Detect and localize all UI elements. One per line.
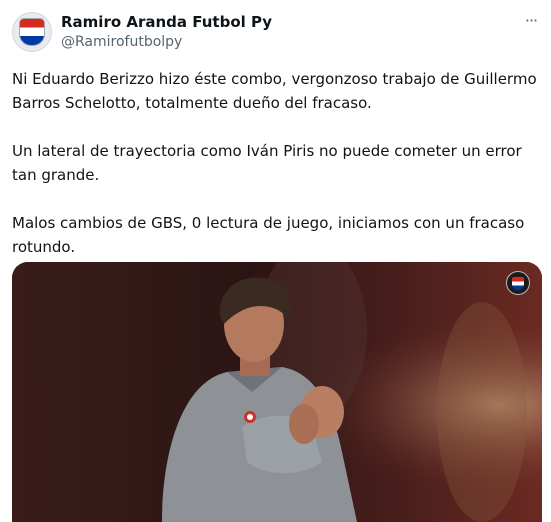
coach-photo <box>12 262 542 522</box>
paraguay-shield-logo-icon <box>506 271 530 295</box>
paraguay-flag-shield-icon <box>19 18 45 46</box>
more-options-icon[interactable]: ··· <box>520 12 542 32</box>
author-display-name[interactable]: Ramiro Aranda Futbol Py <box>61 12 272 32</box>
avatar[interactable] <box>12 12 52 52</box>
tweet-media-image[interactable] <box>12 262 542 522</box>
tweet-text: Ni Eduardo Berizzo hizo éste combo, verg… <box>12 70 537 256</box>
author-handle[interactable]: @Ramirofutbolpy <box>61 33 182 51</box>
